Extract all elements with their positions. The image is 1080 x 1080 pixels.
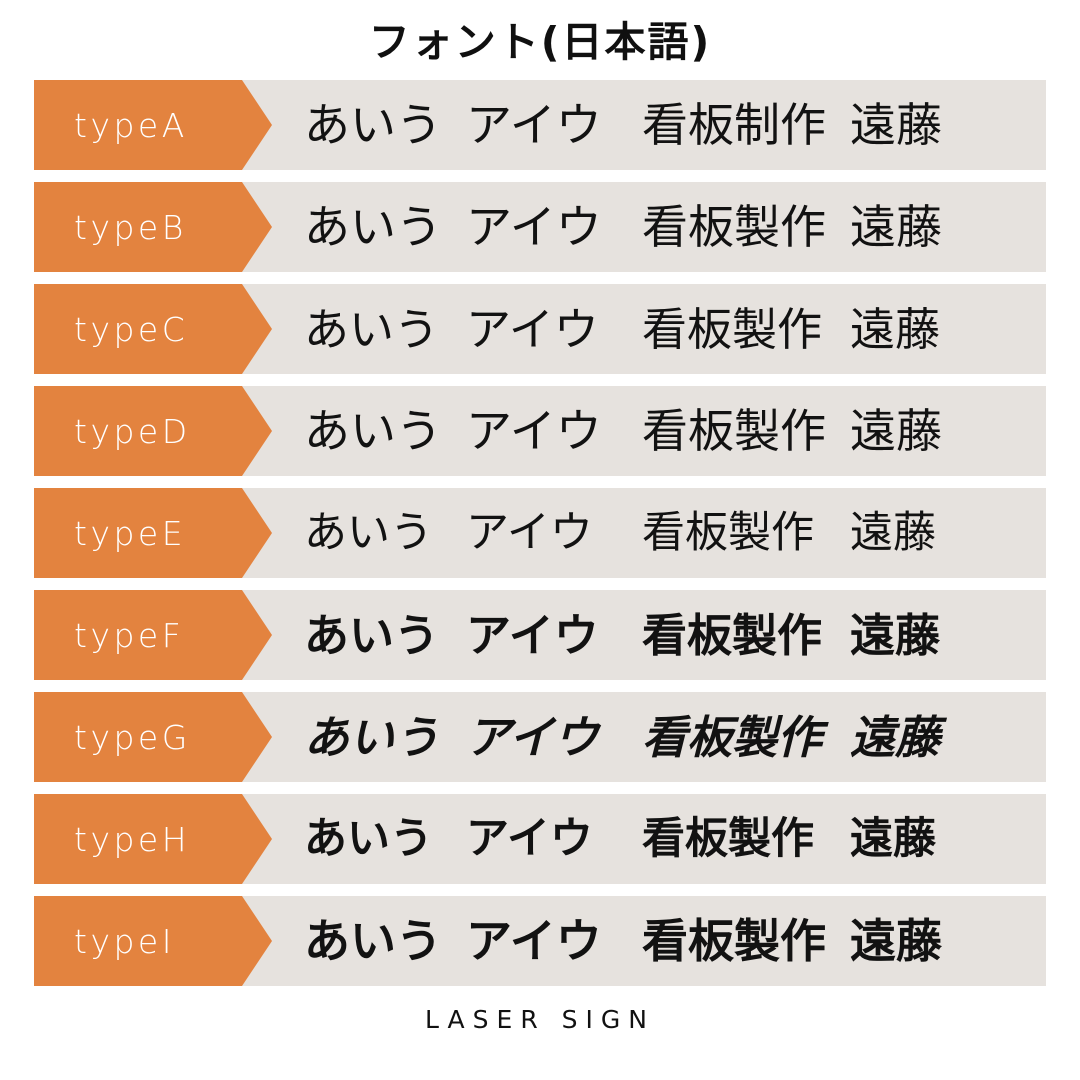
sample-katakana: アイウ xyxy=(466,608,599,662)
font-row-list: typeA あいう アイウ 看板制作 遠藤 typeB あいう アイウ 看板製作… xyxy=(0,80,1080,986)
sample-katakana: アイウ xyxy=(466,507,593,558)
sample-name: 遠藤 xyxy=(850,608,941,662)
sample-name: 遠藤 xyxy=(850,404,942,458)
sample-kanji: 看板製作 xyxy=(642,710,823,764)
sample-text-group: あいう アイウ 看板製作 遠藤 xyxy=(272,182,1046,272)
type-tag-typeC[interactable]: typeC xyxy=(34,284,272,374)
sample-name: 遠藤 xyxy=(850,813,936,864)
font-sample-page: フォント(日本語) typeA あいう アイウ 看板制作 遠藤 typeB あい… xyxy=(0,0,1080,1080)
type-tag-typeA[interactable]: typeA xyxy=(34,80,272,170)
sample-text-group: あいう アイウ 看板製作 遠藤 xyxy=(272,386,1046,476)
font-row-typeF[interactable]: typeF あいう アイウ 看板製作 遠藤 xyxy=(34,590,1046,680)
sample-kanji: 看板製作 xyxy=(642,200,826,254)
sample-hiragana: あいう xyxy=(304,98,442,152)
font-row-typeB[interactable]: typeB あいう アイウ 看板製作 遠藤 xyxy=(34,182,1046,272)
sample-kanji: 看板製作 xyxy=(642,302,823,356)
sample-kanji: 看板製作 xyxy=(642,507,814,558)
brand-footer: LASER SIGN xyxy=(425,1005,655,1034)
sample-hiragana: あいう xyxy=(304,200,442,254)
sample-kanji: 看板製作 xyxy=(642,813,814,864)
type-tag-typeH[interactable]: typeH xyxy=(34,794,272,884)
type-tag-label: typeD xyxy=(74,411,191,451)
sample-text-group: あいう アイウ 看板製作 遠藤 xyxy=(272,284,1046,374)
sample-hiragana: あいう xyxy=(304,608,440,662)
font-row-typeE[interactable]: typeE あいう アイウ 看板製作 遠藤 xyxy=(34,488,1046,578)
type-tag-typeE[interactable]: typeE xyxy=(34,488,272,578)
type-tag-typeD[interactable]: typeD xyxy=(34,386,272,476)
font-row-typeD[interactable]: typeD あいう アイウ 看板製作 遠藤 xyxy=(34,386,1046,476)
type-tag-typeF[interactable]: typeF xyxy=(34,590,272,680)
type-tag-label: typeA xyxy=(74,105,188,145)
sample-hiragana: あいう xyxy=(304,813,433,864)
font-row-typeA[interactable]: typeA あいう アイウ 看板制作 遠藤 xyxy=(34,80,1046,170)
sample-hiragana: あいう xyxy=(304,914,442,968)
sample-kanji: 看板製作 xyxy=(642,404,826,458)
sample-name: 遠藤 xyxy=(850,200,942,254)
type-tag-typeI[interactable]: typeI xyxy=(34,896,272,986)
sample-hiragana: あいう xyxy=(304,710,440,764)
sample-katakana: アイウ xyxy=(466,98,602,152)
type-tag-label: typeB xyxy=(74,207,187,247)
sample-hiragana: あいう xyxy=(304,507,433,558)
sample-text-group: あいう アイウ 看板製作 遠藤 xyxy=(272,794,1046,884)
type-tag-label: typeF xyxy=(74,615,185,655)
sample-katakana: アイウ xyxy=(466,914,602,968)
sample-katakana: アイウ xyxy=(466,813,593,864)
type-tag-label: typeH xyxy=(74,819,191,859)
sample-name: 遠藤 xyxy=(850,98,942,152)
sample-text-group: あいう アイウ 看板製作 遠藤 xyxy=(272,488,1046,578)
sample-hiragana: あいう xyxy=(304,404,442,458)
font-row-typeI[interactable]: typeI あいう アイウ 看板製作 遠藤 xyxy=(34,896,1046,986)
type-tag-label: typeE xyxy=(74,513,187,553)
sample-name: 遠藤 xyxy=(850,914,942,968)
sample-katakana: アイウ xyxy=(466,200,602,254)
sample-kanji: 看板制作 xyxy=(642,98,826,152)
sample-katakana: アイウ xyxy=(466,302,599,356)
sample-hiragana: あいう xyxy=(304,302,440,356)
type-tag-label: typeG xyxy=(74,717,191,757)
sample-katakana: アイウ xyxy=(466,404,602,458)
sample-kanji: 看板製作 xyxy=(642,608,823,662)
type-tag-typeB[interactable]: typeB xyxy=(34,182,272,272)
sample-name: 遠藤 xyxy=(850,710,941,764)
font-row-typeG[interactable]: typeG あいう アイウ 看板製作 遠藤 xyxy=(34,692,1046,782)
sample-name: 遠藤 xyxy=(850,302,941,356)
sample-text-group: あいう アイウ 看板制作 遠藤 xyxy=(272,80,1046,170)
sample-text-group: あいう アイウ 看板製作 遠藤 xyxy=(272,692,1046,782)
type-tag-typeG[interactable]: typeG xyxy=(34,692,272,782)
page-title: フォント(日本語) xyxy=(368,18,712,66)
type-tag-label: typeC xyxy=(74,309,189,349)
font-row-typeH[interactable]: typeH あいう アイウ 看板製作 遠藤 xyxy=(34,794,1046,884)
font-row-typeC[interactable]: typeC あいう アイウ 看板製作 遠藤 xyxy=(34,284,1046,374)
sample-name: 遠藤 xyxy=(850,507,936,558)
type-tag-label: typeI xyxy=(74,921,175,961)
sample-text-group: あいう アイウ 看板製作 遠藤 xyxy=(272,896,1046,986)
sample-text-group: あいう アイウ 看板製作 遠藤 xyxy=(272,590,1046,680)
sample-katakana: アイウ xyxy=(466,710,599,764)
sample-kanji: 看板製作 xyxy=(642,914,826,968)
